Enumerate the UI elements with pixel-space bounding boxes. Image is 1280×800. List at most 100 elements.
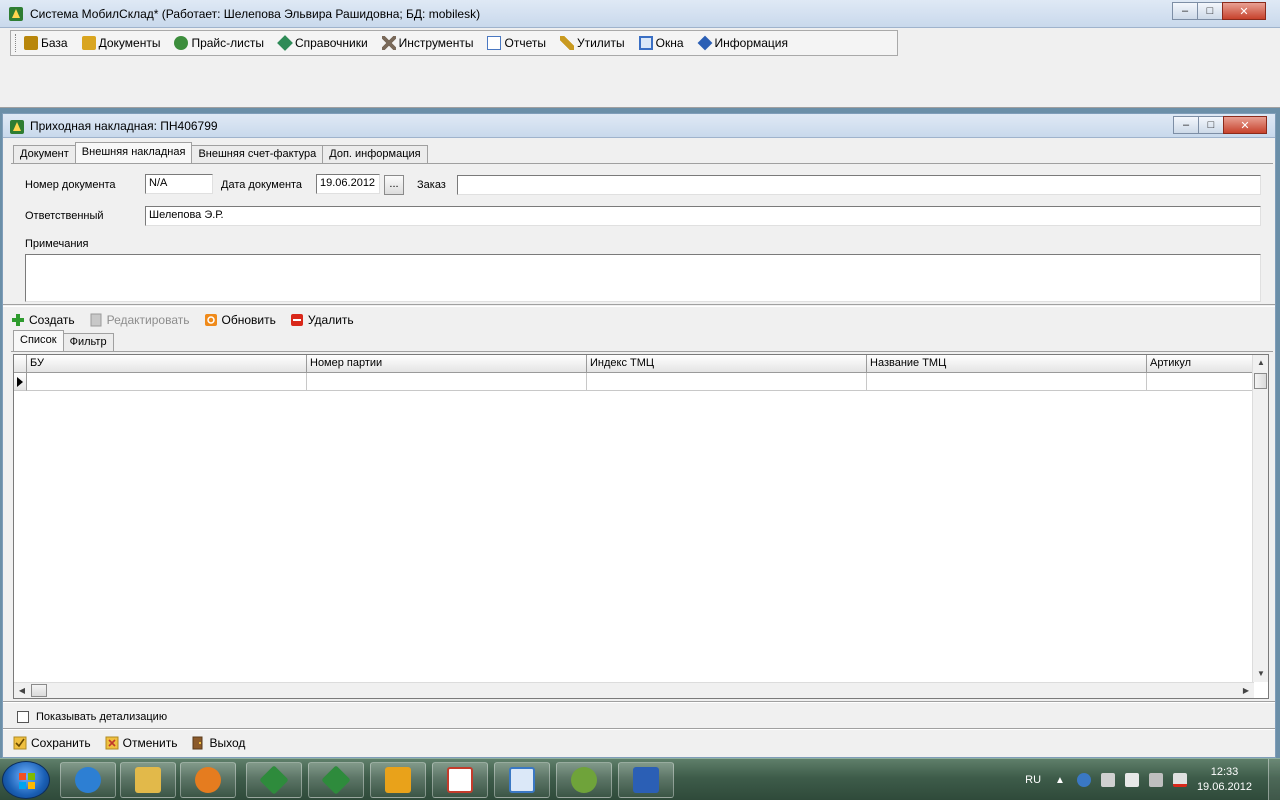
app-logo-icon [10, 120, 24, 134]
menu-item-references[interactable]: Справочники [277, 35, 368, 51]
menu-item-base[interactable]: База [24, 36, 68, 50]
taskbar-file-explorer[interactable] [120, 762, 176, 798]
tab-external-tax-invoice[interactable]: Внешняя счет-фактура [191, 145, 324, 164]
network-icon [509, 767, 535, 793]
maximize-button[interactable]: □ [1197, 2, 1223, 20]
scroll-left-arrow-icon[interactable]: ◀ [14, 683, 30, 698]
vertical-scroll-thumb[interactable] [1254, 373, 1267, 389]
menu-item-documents[interactable]: Документы [81, 36, 160, 50]
tray-app-icon[interactable] [1076, 773, 1091, 787]
app-title: Система МобилСклад* (Работает: Шелепова … [30, 7, 481, 21]
bottom-divider-2 [3, 728, 1275, 730]
show-detail-checkbox[interactable] [17, 711, 29, 723]
exit-door-icon [192, 736, 203, 750]
column-header-batch-number[interactable]: Номер партии [307, 355, 587, 373]
scroll-up-arrow-icon[interactable]: ▲ [1253, 355, 1268, 371]
menu-item-pricelists[interactable]: Прайс-листы [174, 36, 264, 50]
tab-filter[interactable]: Фильтр [62, 333, 114, 352]
taskbar-media-player[interactable] [180, 762, 236, 798]
network-status-icon[interactable] [1172, 773, 1187, 787]
clock-date: 19.06.2012 [1196, 781, 1252, 793]
order-field[interactable] [457, 175, 1261, 195]
scroll-right-arrow-icon[interactable]: ▶ [1238, 683, 1254, 698]
tools-icon [381, 36, 396, 50]
minimize-button[interactable]: – [1172, 2, 1198, 20]
notes-field[interactable] [25, 254, 1261, 302]
taskbar-mobilsklad-window-1[interactable] [246, 762, 302, 798]
app-logo-icon [9, 7, 23, 21]
reference-book-icon [277, 35, 293, 51]
taskbar-network-app[interactable] [494, 762, 550, 798]
save-button[interactable]: Сохранить [13, 736, 91, 750]
menu-item-information[interactable]: Информация [697, 35, 788, 51]
toolbar-grip[interactable] [15, 34, 18, 52]
tray-display-icon[interactable] [1148, 773, 1163, 787]
taskbar-internet-explorer[interactable] [60, 762, 116, 798]
system-tray: RU ▲ 12:33 19.06.2012 [1025, 759, 1280, 800]
tab-document[interactable]: Документ [13, 145, 76, 164]
horizontal-scrollbar[interactable]: ◀ ▶ [14, 682, 1254, 698]
taskbar-mobilsklad-app[interactable] [556, 762, 612, 798]
responsible-label: Ответственный [25, 210, 104, 222]
child-minimize-button[interactable]: – [1173, 116, 1199, 134]
date-picker-button[interactable]: ... [384, 175, 404, 195]
child-close-button[interactable]: ✕ [1223, 116, 1267, 134]
column-header-article[interactable]: Артикул [1147, 355, 1253, 373]
horizontal-scroll-thumb[interactable] [31, 684, 47, 697]
show-desktop-button[interactable] [1268, 759, 1280, 800]
responsible-field[interactable]: Шелепова Э.Р. [145, 206, 1261, 226]
table-row[interactable] [14, 373, 1253, 391]
column-header-item-name[interactable]: Название ТМЦ [867, 355, 1147, 373]
internet-explorer-icon [75, 767, 101, 793]
column-header-bu[interactable]: БУ [27, 355, 307, 373]
tab-external-invoice[interactable]: Внешняя накладная [74, 142, 193, 164]
doc-number-field[interactable]: N/A [145, 174, 213, 194]
windows-icon [638, 36, 653, 50]
close-button[interactable]: ✕ [1222, 2, 1266, 20]
menu-item-label: Окна [655, 36, 684, 50]
current-row-arrow-icon [17, 377, 23, 387]
scroll-down-arrow-icon[interactable]: ▼ [1253, 666, 1268, 682]
items-grid[interactable]: БУ Номер партии Индекс ТМЦ Название ТМЦ … [13, 354, 1269, 699]
refresh-button[interactable]: Обновить [204, 313, 276, 327]
menu-item-label: Справочники [294, 36, 368, 50]
menu-item-windows[interactable]: Окна [638, 36, 684, 50]
create-button[interactable]: Создать [11, 313, 75, 327]
start-button[interactable] [2, 761, 50, 799]
taskbar-outlook[interactable] [370, 762, 426, 798]
column-header-item-index[interactable]: Индекс ТМЦ [587, 355, 867, 373]
edit-button[interactable]: Редактировать [89, 313, 190, 327]
child-maximize-button[interactable]: □ [1198, 116, 1224, 134]
language-indicator[interactable]: RU [1025, 774, 1041, 786]
table-cell[interactable] [587, 373, 867, 391]
utilities-icon [559, 36, 574, 50]
show-detail-row[interactable]: Показывать детализацию [17, 711, 167, 723]
tab-list[interactable]: Список [13, 330, 64, 352]
taskbar-mobilsklad-window-2[interactable] [308, 762, 364, 798]
show-detail-label: Показывать детализацию [36, 711, 168, 723]
clock[interactable]: 12:33 19.06.2012 [1197, 765, 1252, 795]
folder-icon [135, 767, 161, 793]
exit-button[interactable]: Выход [191, 736, 245, 750]
taskbar-word[interactable] [618, 762, 674, 798]
tray-usb-icon[interactable] [1100, 773, 1115, 787]
delete-button[interactable]: Удалить [290, 313, 354, 327]
menu-item-reports[interactable]: Отчеты [487, 36, 546, 50]
main-menu: База Документы Прайс-листы Справочники И… [10, 30, 898, 56]
vertical-scrollbar[interactable]: ▲ ▼ [1252, 355, 1268, 682]
show-hidden-icons-icon[interactable]: ▲ [1055, 775, 1065, 786]
menu-item-utilities[interactable]: Утилиты [559, 36, 625, 50]
table-cell[interactable] [1147, 373, 1253, 391]
menu-item-tools[interactable]: Инструменты [381, 36, 473, 50]
form-splitter[interactable] [3, 304, 1275, 307]
table-cell[interactable] [867, 373, 1147, 391]
child-window-title: Приходная накладная: ПН406799 [30, 119, 218, 133]
volume-icon[interactable] [1124, 773, 1139, 787]
cancel-button[interactable]: Отменить [105, 736, 177, 750]
table-cell[interactable] [27, 373, 307, 391]
tab-additional-info[interactable]: Доп. информация [322, 145, 428, 164]
doc-date-field[interactable]: 19.06.2012 [316, 174, 380, 194]
menubar-area: База Документы Прайс-листы Справочники И… [0, 28, 1280, 108]
table-cell[interactable] [307, 373, 587, 391]
taskbar-solitaire[interactable] [432, 762, 488, 798]
